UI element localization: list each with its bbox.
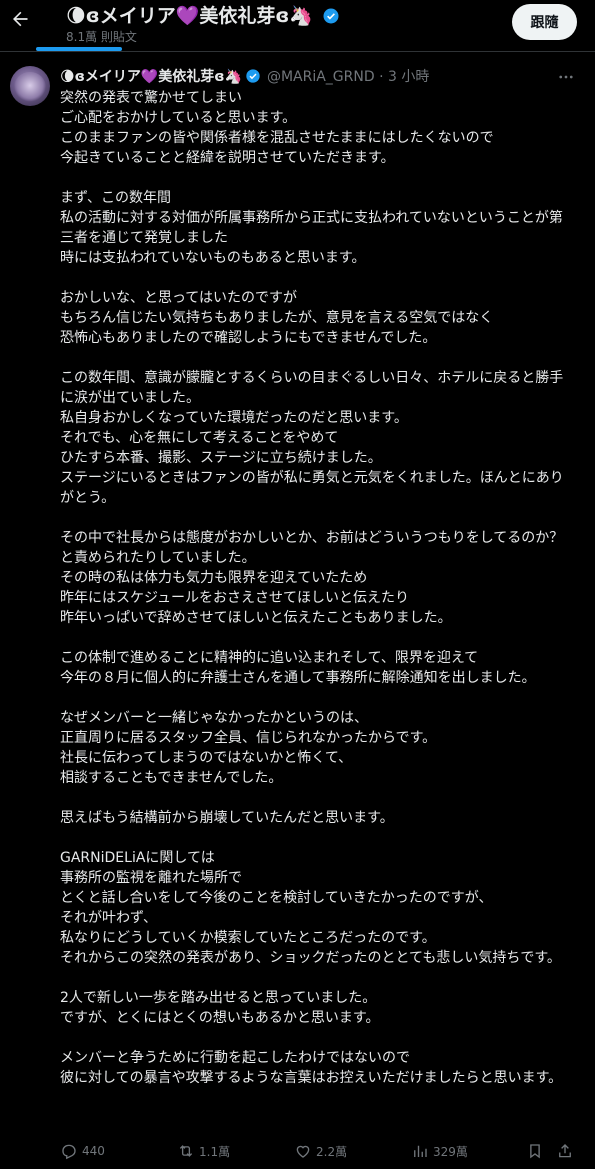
like-button[interactable]: 2.2萬 <box>294 1140 347 1162</box>
more-icon[interactable] <box>556 67 576 87</box>
like-icon <box>294 1142 312 1160</box>
post-count: 8.1萬 則貼文 <box>66 30 137 44</box>
repost-count: 1.1萬 <box>199 1144 231 1159</box>
tweet-paragraph: おかしいな、と思ってはいたのですが もちろん信じたい気持ちもありましたが、意見を… <box>60 290 494 346</box>
views-button[interactable]: 329萬 <box>411 1140 468 1162</box>
tweet-paragraph: 思えばもう結構前から崩壊していたんだと思います。 <box>60 810 394 826</box>
repost-icon <box>177 1142 195 1160</box>
profile-title: 🌘ɞメイリア💜美依礼芽ɞ🦄 <box>66 1 340 30</box>
reply-button[interactable]: 440 <box>60 1140 105 1162</box>
reply-icon <box>60 1142 78 1160</box>
handle-and-time[interactable]: @MARiA_GRND · 3 小時 <box>267 66 429 86</box>
share-icon[interactable] <box>556 1140 574 1162</box>
tweet-paragraph: この数年間、意識が朦朧とするくらいの目まぐるしい日々、ホテルに戻ると勝手に涙が出… <box>60 370 564 506</box>
bookmark-icon[interactable] <box>526 1140 544 1162</box>
follow-button[interactable]: 跟隨 <box>512 4 577 40</box>
reply-count: 440 <box>82 1144 105 1158</box>
back-arrow-icon[interactable] <box>8 7 32 31</box>
action-bar: 440 1.1萬 2.2萬 329萬 <box>60 1140 576 1162</box>
tweet-paragraph: 2人で新しい一歩を踏み出せると思っていました。 ですが、とくにはとくの想いもある… <box>60 990 380 1026</box>
verified-badge-icon <box>322 7 340 30</box>
repost-button[interactable]: 1.1萬 <box>177 1140 230 1162</box>
avatar[interactable] <box>10 66 50 106</box>
tweet-paragraph: 突然の発表で驚かせてしまい ご心配をおかけしていると思います。 このままファンの… <box>60 90 494 166</box>
tweet-paragraph: メンバーと争うために行動を起こしたわけではないので 彼に対しての暴言や攻撃するよ… <box>60 1050 563 1086</box>
views-icon <box>411 1142 429 1160</box>
display-name[interactable]: 🌘ɞメイリア💜美依礼芽ɞ🦄 <box>60 66 242 86</box>
tweet-meta: 🌘ɞメイリア💜美依礼芽ɞ🦄 @MARiA_GRND · 3 小時 <box>60 66 429 86</box>
verified-badge-icon <box>245 68 261 84</box>
tweet-paragraph: なぜメンバーと一緒じゃなかったかというのは、 正直周りに居るスタッフ全員、信じら… <box>60 710 437 786</box>
top-bar: 🌘ɞメイリア💜美依礼芽ɞ🦄 8.1萬 則貼文 跟隨 <box>0 0 595 52</box>
views-count: 329萬 <box>433 1144 468 1159</box>
like-count: 2.2萬 <box>316 1144 348 1159</box>
tweet-text: 突然の発表で驚かせてしまい ご心配をおかけしていると思います。 このままファンの… <box>60 88 576 1108</box>
tweet-paragraph: その中で社長からは態度がおかしいとか、お前はどういうつもりをしてるのか？と責めら… <box>60 530 564 626</box>
tweet-paragraph: まず、この数年間 私の活動に対する対価が所属事務所から正式に支払われていないとい… <box>60 190 563 266</box>
tweet-paragraph: GARNiDELiAに関しては 事務所の監視を離れた場所で とくと話し合いをして… <box>60 850 561 966</box>
tab-indicator <box>36 47 122 51</box>
tweet-paragraph: この体制で進めることに精神的に追い込まれそして、限界を迎えて 今年の８月に個人的… <box>60 650 536 686</box>
